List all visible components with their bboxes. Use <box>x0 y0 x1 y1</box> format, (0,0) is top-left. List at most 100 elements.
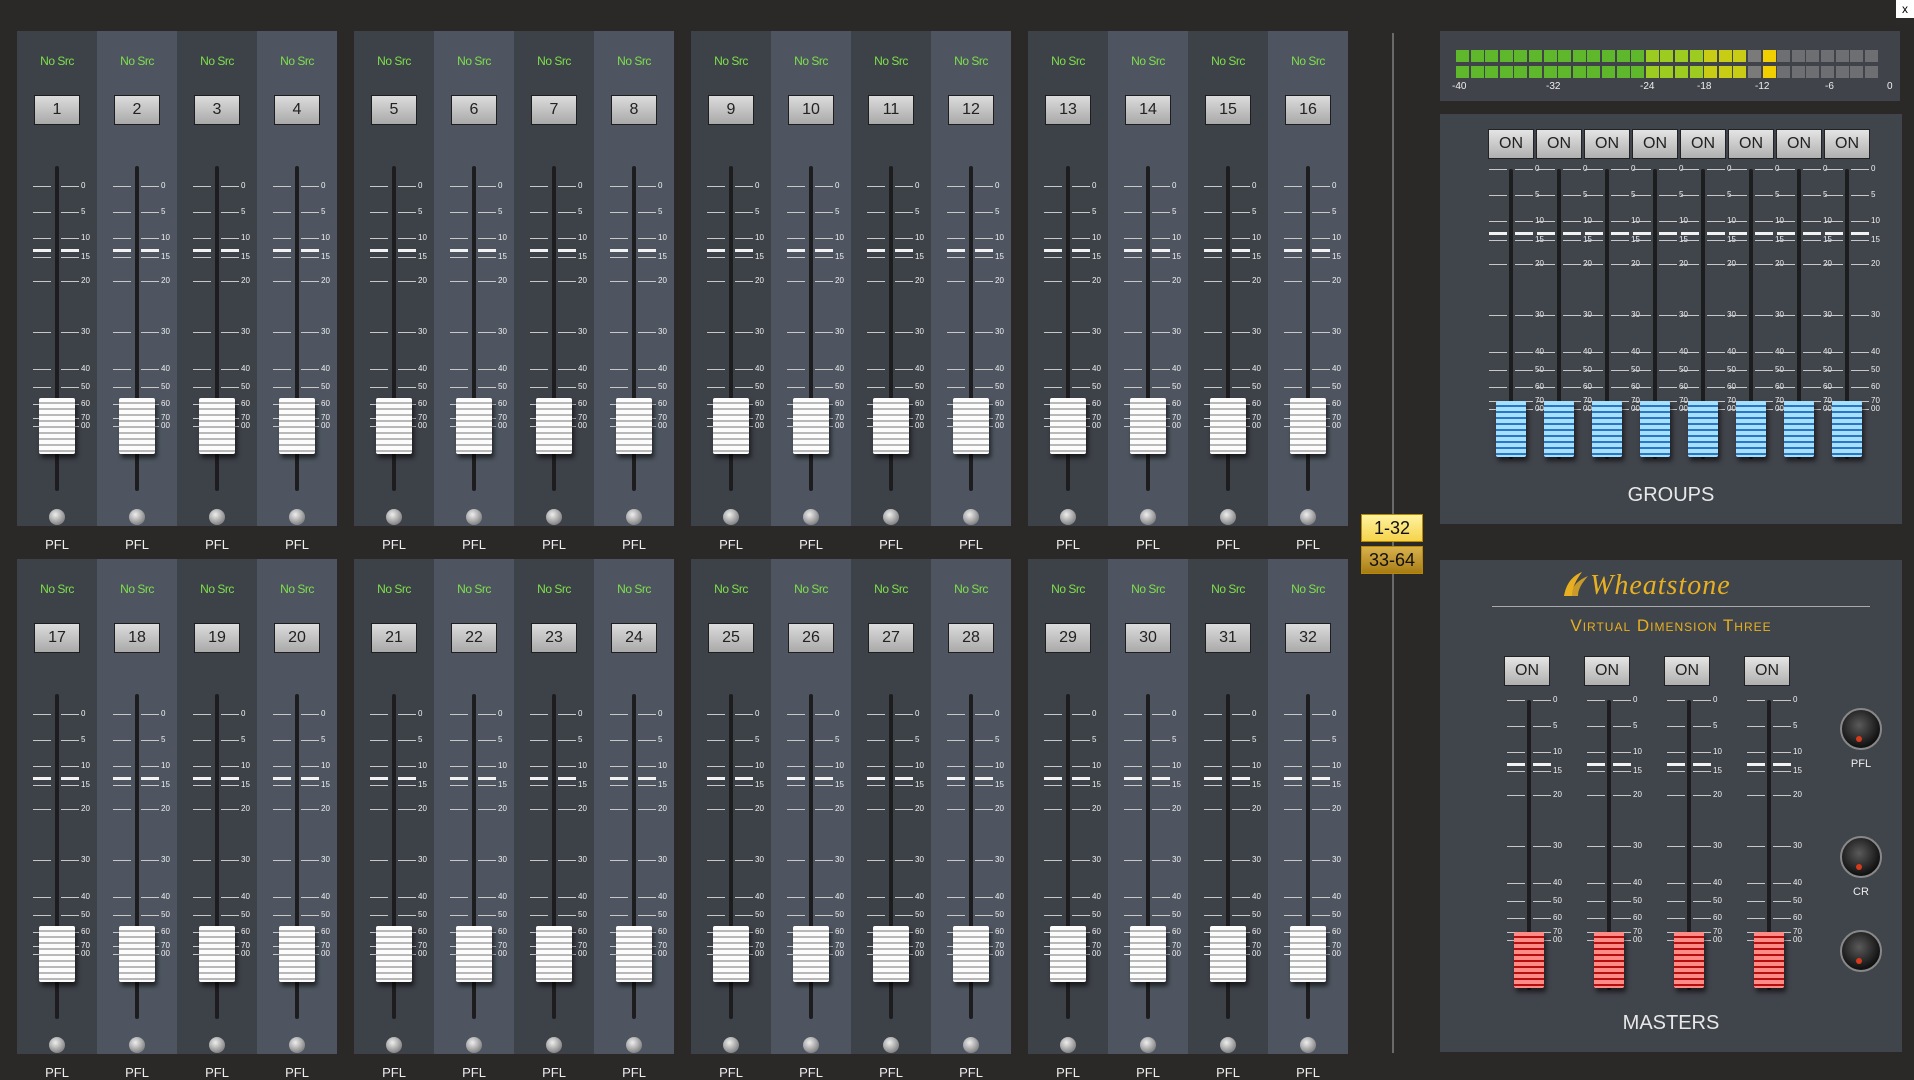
source-label[interactable]: No Src <box>97 582 177 596</box>
channel-fader-knob[interactable] <box>616 398 652 454</box>
source-label[interactable]: No Src <box>1188 54 1268 68</box>
pfl-button[interactable] <box>546 509 562 525</box>
pfl-button[interactable] <box>386 1037 402 1053</box>
group-fader-knob[interactable] <box>1544 401 1574 457</box>
source-label[interactable]: No Src <box>514 582 594 596</box>
source-label[interactable]: No Src <box>594 582 674 596</box>
source-label[interactable]: No Src <box>771 582 851 596</box>
pfl-button[interactable] <box>883 509 899 525</box>
pfl-button[interactable] <box>963 1037 979 1053</box>
pfl-button[interactable] <box>289 509 305 525</box>
source-label[interactable]: No Src <box>851 582 931 596</box>
pfl-button[interactable] <box>49 509 65 525</box>
source-label[interactable]: No Src <box>257 582 337 596</box>
channel-button[interactable]: 30 <box>1125 623 1171 653</box>
source-label[interactable]: No Src <box>1268 582 1348 596</box>
source-label[interactable]: No Src <box>434 582 514 596</box>
pfl-button[interactable] <box>209 1037 225 1053</box>
channel-button[interactable]: 29 <box>1045 623 1091 653</box>
pfl-button[interactable] <box>1300 509 1316 525</box>
pfl-button[interactable] <box>466 509 482 525</box>
channel-button[interactable]: 22 <box>451 623 497 653</box>
group-fader-knob[interactable] <box>1784 401 1814 457</box>
pfl-button[interactable] <box>209 509 225 525</box>
source-label[interactable]: No Src <box>17 54 97 68</box>
channel-button[interactable]: 32 <box>1285 623 1331 653</box>
channel-fader-knob[interactable] <box>953 926 989 982</box>
channel-fader-knob[interactable] <box>713 398 749 454</box>
channel-fader-knob[interactable] <box>39 398 75 454</box>
group-fader-knob[interactable] <box>1736 401 1766 457</box>
aux-level-knob[interactable] <box>1840 930 1882 972</box>
channel-button[interactable]: 10 <box>788 95 834 125</box>
pfl-button[interactable] <box>386 509 402 525</box>
channel-button[interactable]: 5 <box>371 95 417 125</box>
pfl-button[interactable] <box>1140 509 1156 525</box>
source-label[interactable]: No Src <box>177 54 257 68</box>
channel-button[interactable]: 26 <box>788 623 834 653</box>
source-label[interactable]: No Src <box>594 54 674 68</box>
source-label[interactable]: No Src <box>1028 54 1108 68</box>
channel-fader-knob[interactable] <box>456 398 492 454</box>
channel-fader-knob[interactable] <box>1210 926 1246 982</box>
channel-fader-knob[interactable] <box>279 926 315 982</box>
source-label[interactable]: No Src <box>851 54 931 68</box>
channel-fader-knob[interactable] <box>953 398 989 454</box>
source-label[interactable]: No Src <box>97 54 177 68</box>
group-fader-knob[interactable] <box>1496 401 1526 457</box>
pfl-button[interactable] <box>723 1037 739 1053</box>
channel-button[interactable]: 2 <box>114 95 160 125</box>
pfl-button[interactable] <box>626 509 642 525</box>
channel-fader-knob[interactable] <box>119 398 155 454</box>
channel-button[interactable]: 14 <box>1125 95 1171 125</box>
pfl-button[interactable] <box>1060 1037 1076 1053</box>
source-label[interactable]: No Src <box>691 54 771 68</box>
channel-button[interactable]: 7 <box>531 95 577 125</box>
pfl-button[interactable] <box>1300 1037 1316 1053</box>
source-label[interactable]: No Src <box>1108 54 1188 68</box>
source-label[interactable]: No Src <box>17 582 97 596</box>
pfl-button[interactable] <box>883 1037 899 1053</box>
source-label[interactable]: No Src <box>257 54 337 68</box>
source-label[interactable]: No Src <box>1268 54 1348 68</box>
channel-button[interactable]: 17 <box>34 623 80 653</box>
channel-fader-knob[interactable] <box>536 398 572 454</box>
channel-button[interactable]: 28 <box>948 623 994 653</box>
master-fader-knob[interactable] <box>1514 932 1544 988</box>
channel-fader-knob[interactable] <box>793 926 829 982</box>
channel-fader-knob[interactable] <box>713 926 749 982</box>
source-label[interactable]: No Src <box>1028 582 1108 596</box>
bank-1-32-button[interactable]: 1-32 <box>1361 514 1423 542</box>
channel-fader-knob[interactable] <box>376 398 412 454</box>
cr-level-knob[interactable] <box>1840 836 1882 878</box>
channel-button[interactable]: 8 <box>611 95 657 125</box>
channel-button[interactable]: 9 <box>708 95 754 125</box>
channel-button[interactable]: 4 <box>274 95 320 125</box>
channel-fader-knob[interactable] <box>793 398 829 454</box>
channel-fader-knob[interactable] <box>39 926 75 982</box>
channel-button[interactable]: 20 <box>274 623 320 653</box>
channel-button[interactable]: 15 <box>1205 95 1251 125</box>
source-label[interactable]: No Src <box>514 54 594 68</box>
channel-fader-knob[interactable] <box>536 926 572 982</box>
channel-fader-knob[interactable] <box>279 398 315 454</box>
pfl-button[interactable] <box>803 509 819 525</box>
channel-button[interactable]: 3 <box>194 95 240 125</box>
source-label[interactable]: No Src <box>177 582 257 596</box>
pfl-button[interactable] <box>963 509 979 525</box>
channel-button[interactable]: 21 <box>371 623 417 653</box>
pfl-button[interactable] <box>626 1037 642 1053</box>
pfl-level-knob[interactable] <box>1840 708 1882 750</box>
channel-button[interactable]: 18 <box>114 623 160 653</box>
pfl-button[interactable] <box>129 509 145 525</box>
pfl-button[interactable] <box>466 1037 482 1053</box>
source-label[interactable]: No Src <box>354 582 434 596</box>
pfl-button[interactable] <box>129 1037 145 1053</box>
source-label[interactable]: No Src <box>691 582 771 596</box>
source-label[interactable]: No Src <box>1188 582 1268 596</box>
group-fader-knob[interactable] <box>1592 401 1622 457</box>
channel-fader-knob[interactable] <box>1130 398 1166 454</box>
pfl-button[interactable] <box>289 1037 305 1053</box>
master-fader-knob[interactable] <box>1594 932 1624 988</box>
channel-fader-knob[interactable] <box>1290 926 1326 982</box>
